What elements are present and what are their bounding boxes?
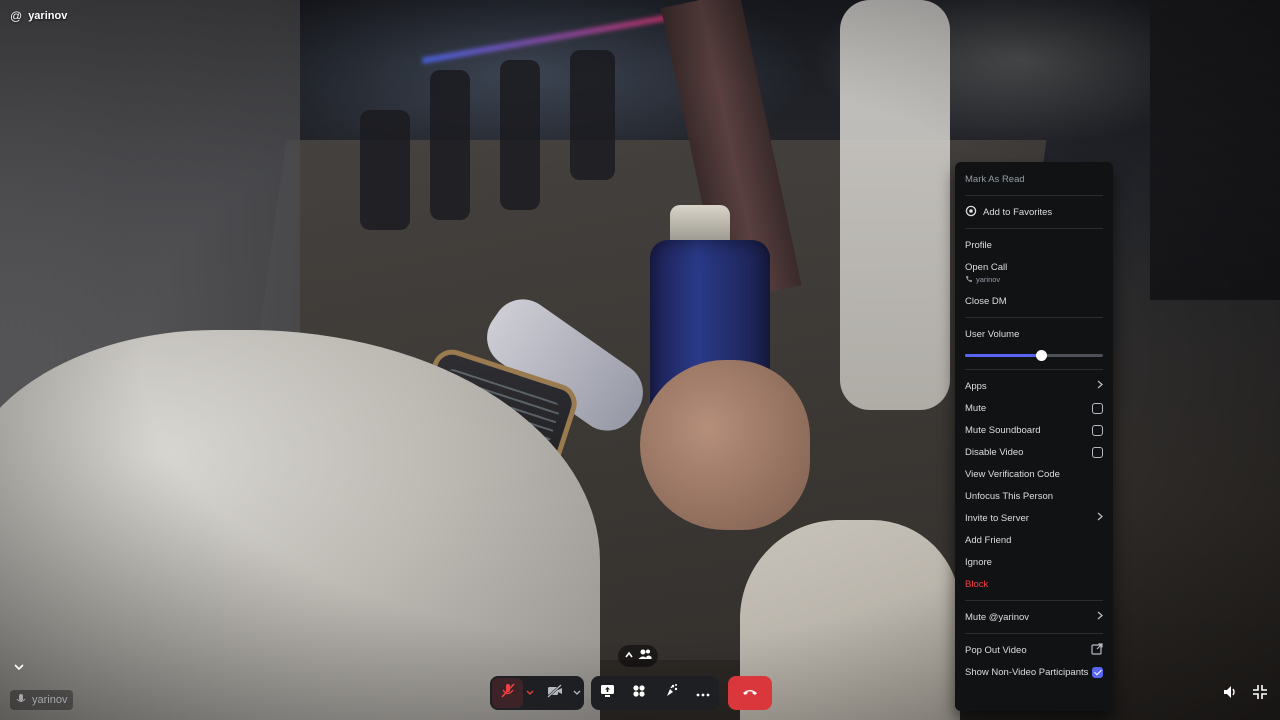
video-name-badge: yarinov — [10, 690, 74, 710]
menu-separator — [965, 600, 1103, 601]
chevron-right-icon — [1097, 611, 1103, 623]
open-call-subtitle: yarinov — [965, 275, 1000, 285]
menu-item-label: Disable Video — [965, 446, 1024, 458]
slider-fill — [965, 354, 1041, 357]
activities-button[interactable] — [623, 678, 655, 708]
more-options-button[interactable] — [687, 678, 719, 708]
menu-item-label: Mark As Read — [965, 173, 1025, 185]
menu-item-label: Mute — [965, 402, 987, 414]
chevron-right-icon — [1097, 512, 1103, 524]
menu-item-view-verification-code[interactable]: View Verification Code — [963, 463, 1105, 485]
menu-item-label: View Verification Code — [965, 468, 1060, 480]
menu-item-apps[interactable]: Apps — [963, 375, 1105, 397]
camera-off-icon — [546, 683, 563, 703]
menu-item-label: Add to Favorites — [983, 206, 1053, 218]
menu-item-profile[interactable]: Profile — [963, 234, 1105, 256]
menu-item-label: Pop Out Video — [965, 644, 1027, 656]
slider-handle[interactable] — [1035, 350, 1047, 361]
pop-out-icon — [1091, 642, 1103, 658]
view-controls — [1222, 684, 1268, 705]
menu-item-label: User Volume — [965, 328, 1020, 340]
disable-video-checkbox[interactable] — [1092, 446, 1103, 458]
menu-item-label: Mute @yarinov — [965, 611, 1030, 623]
ellipsis-icon — [696, 684, 710, 702]
menu-separator — [965, 633, 1103, 634]
menu-item-unfocus-person[interactable]: Unfocus This Person — [963, 485, 1105, 507]
user-context-menu: Mark As Read Add to Favorites Profile Op… — [955, 162, 1113, 711]
menu-item-disable-video[interactable]: Disable Video — [963, 441, 1105, 463]
activities-icon — [632, 684, 646, 703]
menu-item-label: Close DM — [965, 295, 1007, 307]
menu-item-block[interactable]: Block — [963, 573, 1105, 595]
menu-item-add-friend[interactable]: Add Friend — [963, 529, 1105, 551]
participants-toggle-button[interactable] — [618, 645, 658, 667]
chevron-right-icon — [1097, 380, 1103, 392]
menu-item-label: Mute Soundboard — [965, 424, 1041, 436]
menu-separator — [965, 369, 1103, 370]
at-icon: @ — [10, 9, 23, 23]
mute-microphone-button[interactable] — [492, 678, 524, 708]
soundboard-icon — [664, 683, 679, 703]
phone-hangup-icon — [742, 684, 758, 702]
menu-item-ignore[interactable]: Ignore — [963, 551, 1105, 573]
menu-item-mute-user[interactable]: Mute @yarinov — [963, 606, 1105, 628]
screen-share-button[interactable] — [591, 678, 623, 708]
menu-item-label: Ignore — [965, 556, 992, 568]
menu-separator — [965, 195, 1103, 196]
menu-item-invite-to-server[interactable]: Invite to Server — [963, 507, 1105, 529]
stream-user-tag: @ yarinov — [10, 9, 67, 23]
favorites-icon — [965, 205, 977, 220]
exit-fullscreen-icon[interactable] — [1252, 684, 1268, 705]
menu-item-close-dm[interactable]: Close DM — [963, 290, 1105, 312]
user-volume-slider[interactable] — [965, 347, 1103, 363]
menu-item-mute-soundboard[interactable]: Mute Soundboard — [963, 419, 1105, 441]
speaker-volume-icon[interactable] — [1222, 684, 1238, 705]
open-call-username: yarinov — [976, 275, 1001, 284]
menu-item-add-to-favorites[interactable]: Add to Favorites — [963, 201, 1105, 223]
video-name-label: yarinov — [32, 694, 68, 706]
people-icon — [638, 647, 652, 665]
menu-separator — [965, 228, 1103, 229]
hang-up-button[interactable] — [728, 676, 772, 710]
phone-icon — [965, 275, 973, 285]
microphone-muted-icon — [501, 682, 515, 704]
screen-share-icon — [600, 684, 615, 703]
menu-item-show-non-video-participants[interactable]: Show Non-Video Participants — [963, 661, 1105, 683]
collapse-chevron-icon[interactable] — [12, 660, 26, 674]
mute-soundboard-checkbox[interactable] — [1092, 424, 1103, 436]
soundboard-button[interactable] — [655, 678, 687, 708]
menu-item-label: Add Friend — [965, 534, 1012, 546]
stream-username: yarinov — [28, 10, 68, 22]
menu-item-label: Invite to Server — [965, 512, 1029, 524]
menu-item-label: Open Call — [965, 261, 1008, 273]
show-non-video-checkbox[interactable] — [1092, 666, 1103, 678]
menu-item-user-volume: User Volume — [963, 323, 1105, 345]
menu-item-pop-out-video[interactable]: Pop Out Video — [963, 639, 1105, 661]
menu-item-label: Show Non-Video Participants — [965, 666, 1089, 678]
menu-item-mute[interactable]: Mute — [963, 397, 1105, 419]
menu-item-mark-as-read[interactable]: Mark As Read — [963, 168, 1105, 190]
camera-options-chevron-icon[interactable] — [570, 690, 584, 696]
menu-item-label: Unfocus This Person — [965, 490, 1054, 502]
menu-item-label: Block — [965, 578, 989, 590]
mic-options-chevron-icon[interactable] — [523, 690, 537, 696]
menu-separator — [965, 317, 1103, 318]
activity-controls — [591, 676, 719, 710]
menu-item-label: Apps — [965, 380, 987, 392]
mute-checkbox[interactable] — [1092, 402, 1103, 414]
chevron-up-icon — [624, 647, 634, 665]
audio-video-controls — [490, 676, 584, 710]
toggle-camera-button[interactable] — [539, 678, 570, 708]
menu-item-open-call[interactable]: Open Call yarinov — [963, 256, 1105, 290]
menu-item-label: Profile — [965, 239, 992, 251]
mic-muted-small-icon — [16, 693, 26, 708]
